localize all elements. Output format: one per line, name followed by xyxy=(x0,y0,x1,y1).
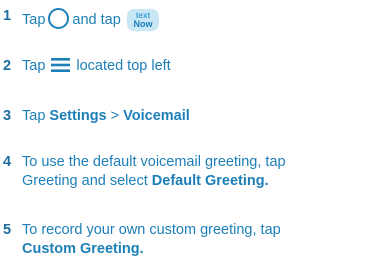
step-text: To use the default voicemail greeting, t… xyxy=(22,153,365,191)
app-icon-text-bottom: Now xyxy=(133,19,153,29)
custom-greeting-label: Custom Greeting. xyxy=(22,241,144,257)
step-text-part: Tap xyxy=(22,12,46,28)
default-greeting-label: Default Greeting. xyxy=(151,173,269,189)
step-text-part: located top left xyxy=(76,58,171,74)
step-text-line: To record your own custom greeting, tap xyxy=(22,222,281,238)
settings-label: Settings xyxy=(49,108,107,124)
voicemail-label: Voicemail xyxy=(123,108,190,124)
step-number: 2 xyxy=(3,58,12,74)
step-text: Tap Settings > Voicemail xyxy=(22,107,365,126)
step-text-line: To use the default voicemail greeting, t… xyxy=(22,154,286,170)
step-text-line: Greeting and select Default Greeting. xyxy=(22,172,365,191)
step-text-part: and tap xyxy=(72,12,121,28)
step-text-part: Greeting and select xyxy=(22,173,148,189)
hamburger-menu-icon xyxy=(51,58,71,72)
step-text-part: Tap xyxy=(22,108,46,124)
step-number: 5 xyxy=(3,222,12,238)
textnow-app-icon: text Now xyxy=(126,9,159,33)
circle-icon xyxy=(48,8,70,29)
breadcrumb-separator: > xyxy=(110,108,120,124)
step-text: Tap and tap text Now xyxy=(22,7,365,33)
step-number: 3 xyxy=(3,108,12,124)
step-number: 4 xyxy=(3,154,12,170)
step-text: Tap located top left xyxy=(22,57,365,76)
step-text-part: Tap xyxy=(22,58,46,74)
step-number: 1 xyxy=(3,8,12,24)
step-text: To record your own custom greeting, tap … xyxy=(22,221,365,259)
instructions-list: 1 Tap and tap text Now 2 Tap located top … xyxy=(0,0,369,269)
